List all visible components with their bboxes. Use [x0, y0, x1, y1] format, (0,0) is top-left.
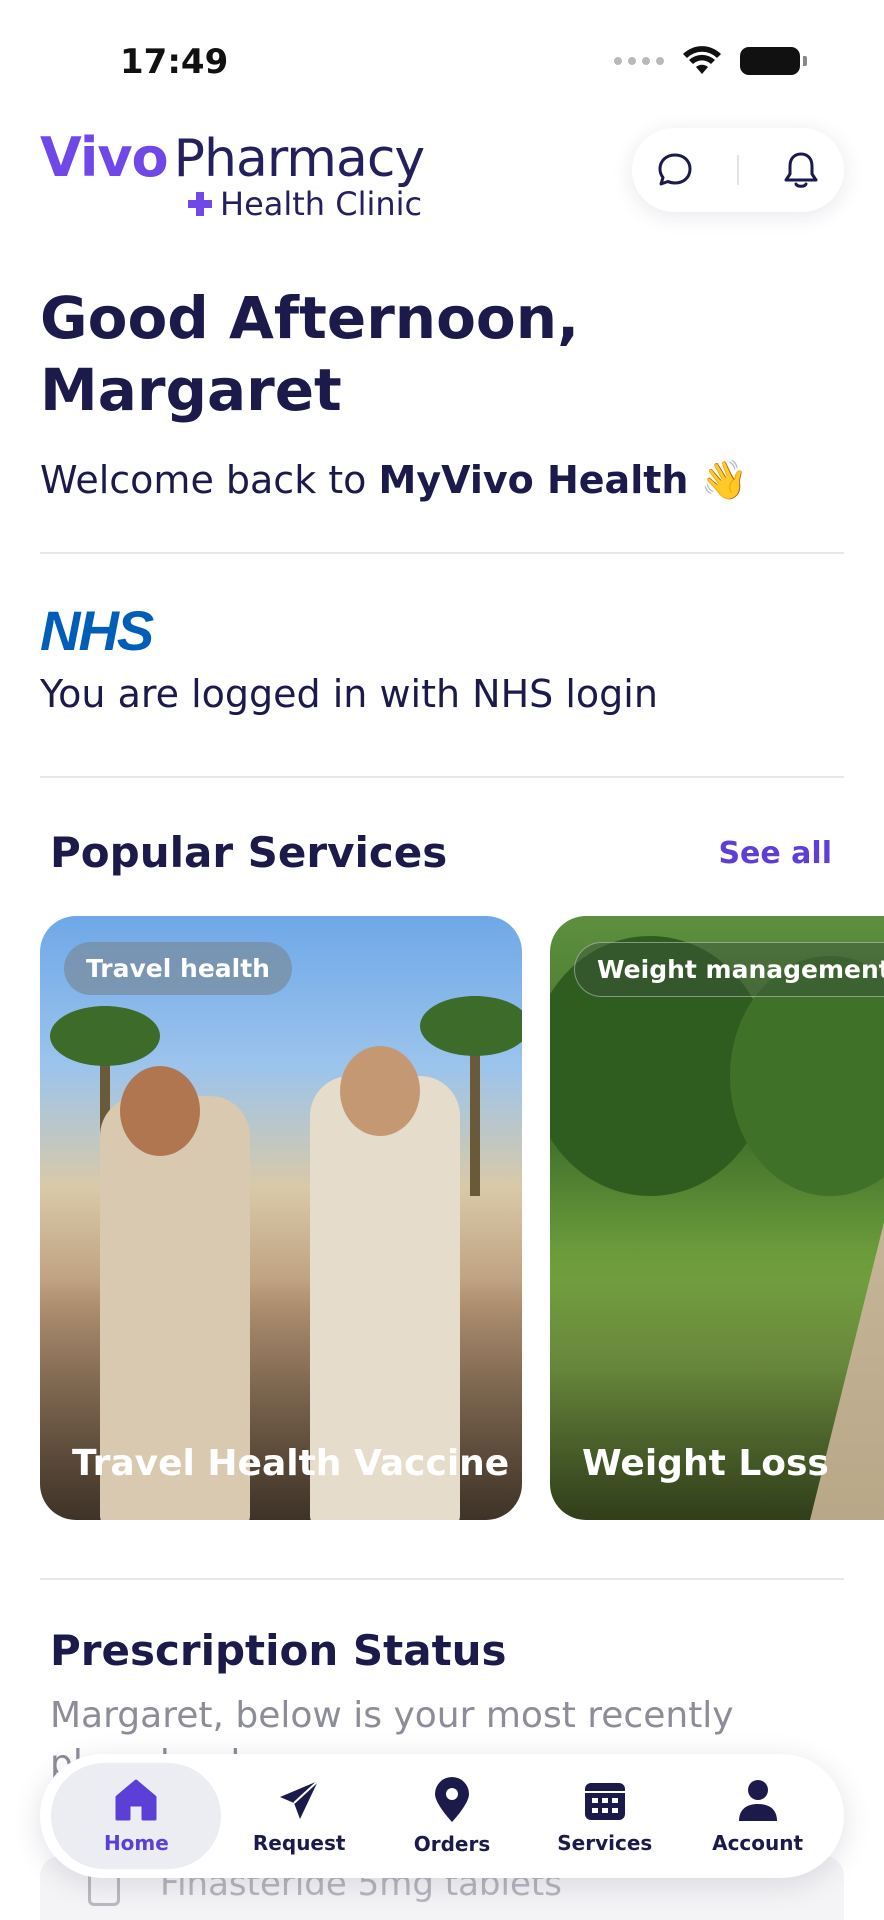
status-icons	[614, 46, 807, 76]
see-all-link[interactable]: See all	[718, 836, 832, 871]
status-time: 17:49	[120, 42, 229, 82]
logo-pharmacy: Pharmacy	[173, 129, 426, 189]
header-actions	[632, 128, 844, 212]
divider	[40, 552, 844, 554]
vivo-pharmacy-logo: Vivo Pharmacy Health Clinic	[40, 126, 426, 223]
greeting-line1: Good Afternoon,	[40, 284, 580, 352]
bell-icon[interactable]	[777, 146, 825, 194]
card-title: Travel Health Vaccine	[72, 1443, 510, 1484]
card-badge: Travel health	[64, 942, 292, 995]
nav-services-label: Services	[557, 1831, 653, 1855]
welcome-brand: MyVivo Health	[378, 458, 689, 502]
card-title: Weight Loss	[582, 1443, 829, 1484]
divider	[40, 776, 844, 778]
cellular-signal-icon	[614, 57, 664, 65]
welcome-prefix: Welcome back to	[40, 458, 379, 502]
waving-hand-emoji: 👋	[700, 458, 748, 502]
bottom-navigation: Home Request Orders Services Account	[40, 1754, 844, 1878]
nav-home-label: Home	[103, 1831, 169, 1855]
calendar-icon	[584, 1783, 625, 1820]
nhs-login-status: You are logged in with NHS login	[40, 672, 658, 716]
battery-icon	[740, 47, 807, 75]
nav-orders[interactable]: Orders	[377, 1763, 527, 1869]
prescription-status-title: Prescription Status	[50, 1626, 507, 1675]
services-carousel[interactable]: Travel health Travel Health Vaccine Weig…	[40, 916, 884, 1520]
send-icon	[280, 1780, 319, 1819]
service-card-travel-health[interactable]: Travel health Travel Health Vaccine	[40, 916, 522, 1520]
greeting: Good Afternoon, Margaret	[40, 282, 844, 426]
user-icon	[738, 1780, 777, 1821]
wifi-icon	[683, 46, 721, 74]
card-badge: Weight management	[574, 942, 884, 997]
nav-request[interactable]: Request	[224, 1763, 374, 1869]
location-pin-icon	[434, 1777, 469, 1822]
logo-vivo: Vivo	[40, 126, 169, 189]
nav-home[interactable]: Home	[51, 1763, 222, 1869]
chat-icon[interactable]	[651, 146, 699, 194]
service-card-weight-loss[interactable]: Weight management Weight Loss	[550, 916, 884, 1520]
popular-services-title: Popular Services	[50, 828, 448, 877]
nav-services[interactable]: Services	[530, 1763, 680, 1869]
welcome-message: Welcome back to MyVivo Health 👋	[40, 458, 748, 503]
divider	[40, 1578, 844, 1580]
home-icon	[115, 1779, 157, 1821]
nav-orders-label: Orders	[413, 1832, 491, 1856]
greeting-name: Margaret	[40, 356, 342, 424]
nav-account-label: Account	[712, 1831, 804, 1855]
nav-request-label: Request	[252, 1831, 346, 1855]
nav-account[interactable]: Account	[683, 1763, 833, 1869]
logo-clinic: Health Clinic	[220, 185, 423, 223]
app-header: Vivo Pharmacy Health Clinic	[40, 118, 844, 228]
nhs-logo: NHS	[40, 599, 154, 662]
plus-cross-icon	[188, 192, 212, 216]
status-bar: 17:49	[0, 0, 884, 110]
